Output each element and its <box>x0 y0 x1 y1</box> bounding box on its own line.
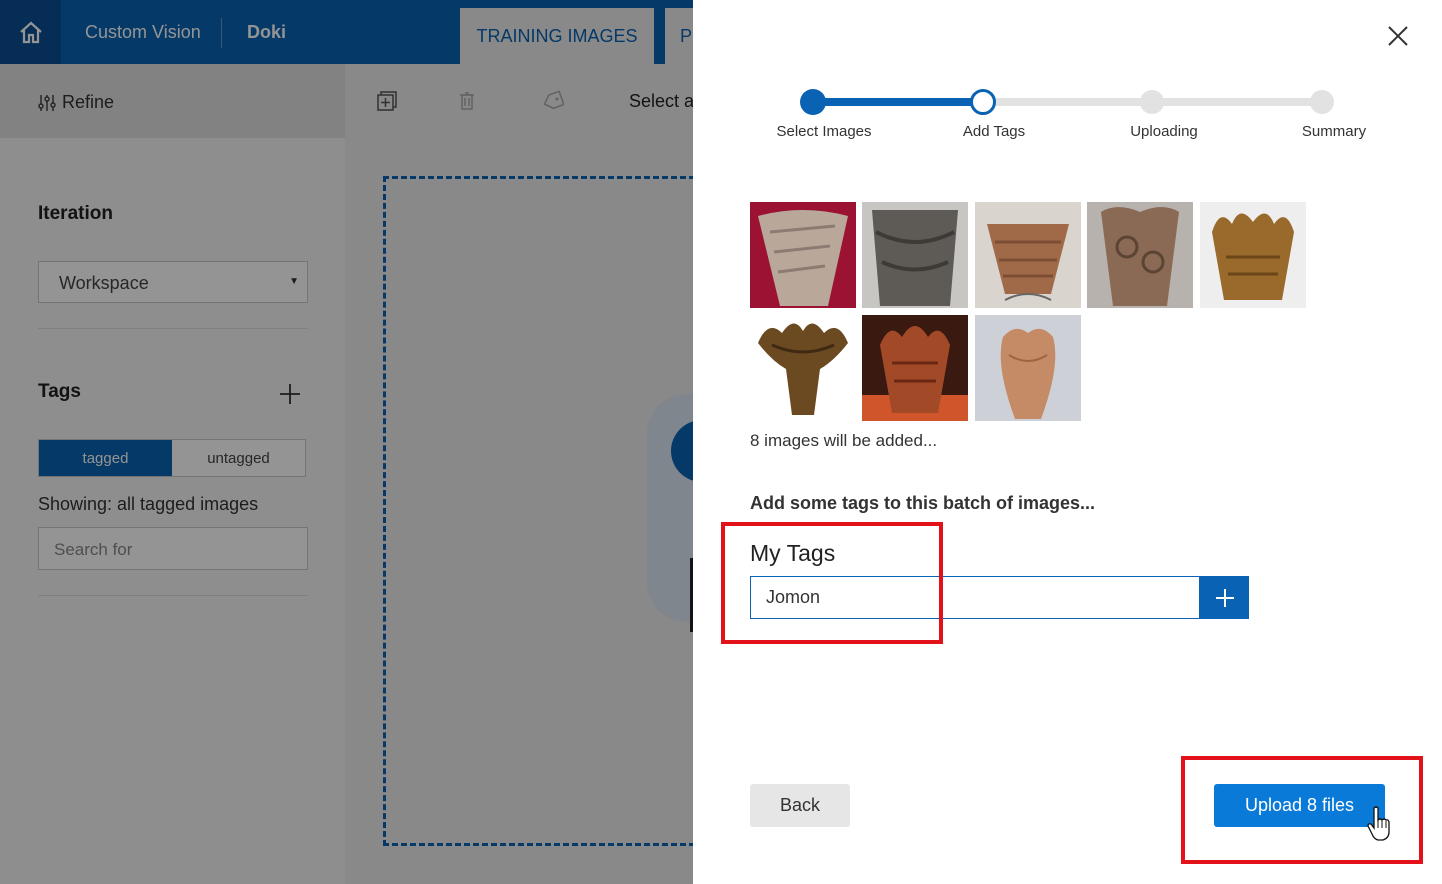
highlight-box-tags <box>721 522 943 644</box>
modal-overlay <box>0 0 693 884</box>
progress-stepper: Select Images Add Tags Uploading Summary <box>693 0 1442 150</box>
step-dot-select-images <box>800 89 826 115</box>
image-thumbnail <box>862 315 968 421</box>
upload-dialog: Select Images Add Tags Uploading Summary <box>693 0 1442 884</box>
step-dot-add-tags <box>970 89 996 115</box>
pointer-hand-icon <box>1367 806 1390 841</box>
step-label-summary: Summary <box>1301 123 1367 140</box>
plus-icon <box>1215 588 1234 607</box>
image-thumbnail <box>1087 202 1193 308</box>
step-label-uploading: Uploading <box>1130 123 1198 140</box>
stepper-track-complete <box>813 98 983 106</box>
image-thumbnail <box>975 315 1081 421</box>
image-thumbnail <box>862 202 968 308</box>
tags-prompt: Add some tags to this batch of images... <box>750 493 1096 513</box>
add-tag-button[interactable] <box>1200 576 1249 619</box>
image-thumbnail <box>1200 202 1306 308</box>
images-count-note: 8 images will be added... <box>750 431 938 450</box>
step-dot-uploading <box>1140 90 1164 114</box>
image-thumbnail <box>750 315 856 421</box>
image-thumbnail <box>750 202 856 308</box>
step-label-select-images: Select Images <box>776 123 872 140</box>
image-thumbnail <box>975 202 1081 308</box>
step-dot-summary <box>1310 90 1334 114</box>
back-button[interactable]: Back <box>750 784 850 827</box>
step-label-add-tags: Add Tags <box>962 123 1026 140</box>
